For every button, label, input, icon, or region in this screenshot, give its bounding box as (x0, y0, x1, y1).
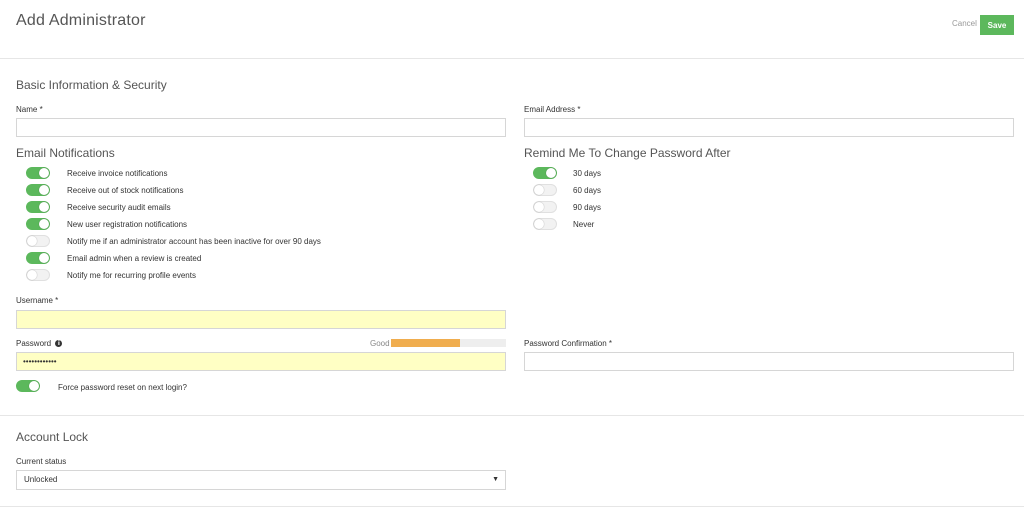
reminder-toggle[interactable] (533, 201, 557, 213)
account-status-select[interactable]: Unlocked ▼ (16, 470, 506, 490)
email-input[interactable] (524, 118, 1014, 137)
name-input[interactable] (16, 118, 506, 137)
dropdown-arrow-icon: ▼ (492, 476, 499, 483)
toggle-knob (546, 168, 556, 178)
section-divider (0, 415, 1024, 416)
reminder-toggle[interactable] (533, 218, 557, 230)
notification-toggle[interactable] (26, 218, 50, 230)
current-status-label: Current status (16, 457, 67, 466)
notification-label: Receive security audit emails (67, 203, 171, 212)
reminder-label: 60 days (573, 186, 602, 195)
reminder-label: 90 days (573, 203, 602, 212)
toggle-knob (29, 381, 39, 391)
toggle-knob (39, 219, 49, 229)
toggle-knob (534, 185, 544, 195)
password-confirmation-label: Password Confirmation * (524, 339, 613, 348)
password-strength-fill (391, 339, 460, 347)
account-status-value: Unlocked (24, 475, 58, 484)
notification-toggle[interactable] (26, 201, 50, 213)
username-label: Username * (16, 296, 59, 305)
notification-label: New user registration notifications (67, 220, 188, 229)
notification-label: Notify me if an administrator account ha… (67, 237, 321, 246)
password-label: Password (16, 339, 52, 348)
reminder-label: 30 days (573, 169, 602, 178)
cancel-button[interactable]: Cancel (952, 19, 977, 28)
password-input[interactable] (16, 352, 506, 371)
force-reset-toggle[interactable] (16, 380, 40, 392)
toggle-knob (27, 236, 37, 246)
password-strength-label: Good (370, 339, 390, 348)
email-notifications-title: Email Notifications (16, 146, 115, 160)
notification-toggle[interactable] (26, 184, 50, 196)
bottom-divider (0, 506, 1024, 507)
save-button[interactable]: Save (980, 15, 1014, 35)
page-header: Add Administrator Cancel Save (0, 0, 1024, 59)
basic-info-section-title: Basic Information & Security (16, 78, 167, 92)
toggle-knob (39, 202, 49, 212)
notification-label: Receive out of stock notifications (67, 186, 184, 195)
force-reset-label: Force password reset on next login? (58, 383, 187, 392)
notification-toggle[interactable] (26, 167, 50, 179)
username-input[interactable] (16, 310, 506, 329)
toggle-knob (534, 219, 544, 229)
notification-toggle[interactable] (26, 252, 50, 264)
password-strength-meter (391, 339, 506, 347)
page-title: Add Administrator (16, 12, 146, 29)
notification-label: Notify me for recurring profile events (67, 271, 196, 280)
notification-toggle[interactable] (26, 269, 50, 281)
reminder-label: Never (573, 220, 595, 229)
reminder-toggle[interactable] (533, 167, 557, 179)
password-reminder-title: Remind Me To Change Password After (524, 146, 731, 160)
email-label: Email Address * (524, 105, 581, 114)
name-label: Name * (16, 105, 43, 114)
notification-label: Email admin when a review is created (67, 254, 202, 263)
notification-toggle[interactable] (26, 235, 50, 247)
toggle-knob (39, 253, 49, 263)
notification-label: Receive invoice notifications (67, 169, 168, 178)
password-label-group: Password i (16, 339, 63, 348)
toggle-knob (39, 168, 49, 178)
toggle-knob (39, 185, 49, 195)
password-confirmation-input[interactable] (524, 352, 1014, 371)
info-icon[interactable]: i (55, 340, 63, 348)
toggle-knob (534, 202, 544, 212)
account-lock-title: Account Lock (16, 430, 89, 444)
reminder-toggle[interactable] (533, 184, 557, 196)
toggle-knob (27, 270, 37, 280)
